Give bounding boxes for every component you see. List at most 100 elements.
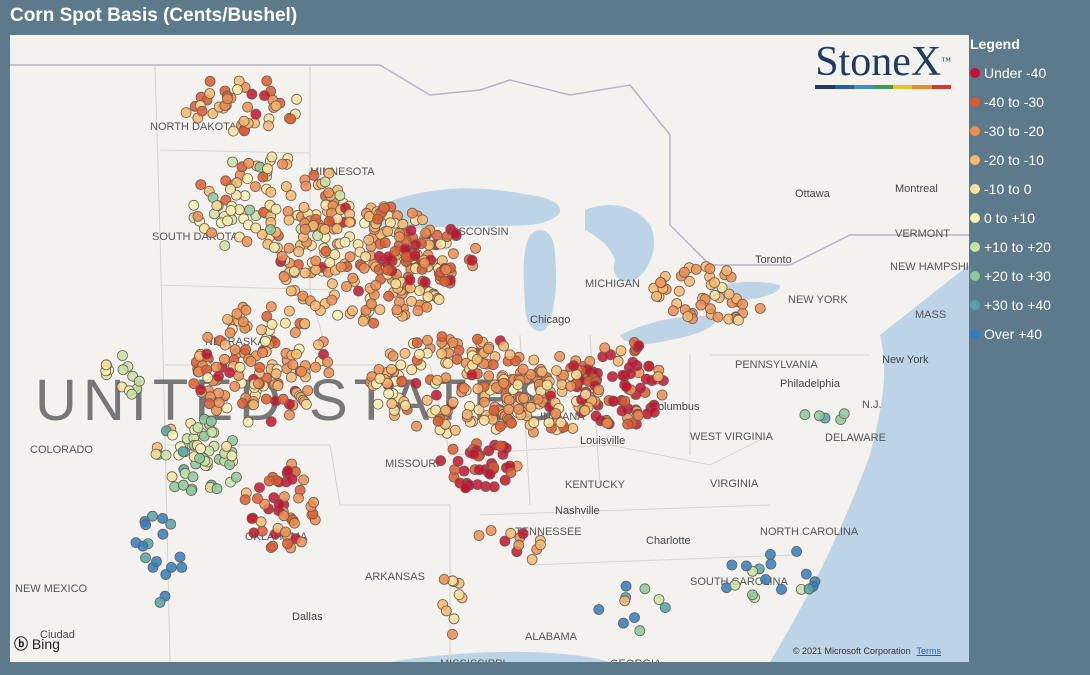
- basis-point[interactable]: [458, 382, 470, 394]
- basis-point[interactable]: [160, 449, 172, 461]
- basis-point[interactable]: [278, 271, 290, 283]
- basis-point[interactable]: [254, 482, 265, 494]
- basis-point[interactable]: [339, 236, 351, 248]
- basis-point[interactable]: [422, 334, 433, 346]
- basis-point[interactable]: [240, 304, 252, 316]
- basis-point[interactable]: [252, 493, 263, 504]
- basis-point[interactable]: [165, 562, 177, 573]
- basis-point[interactable]: [458, 465, 470, 477]
- basis-point[interactable]: [252, 378, 264, 389]
- basis-point[interactable]: [518, 392, 529, 404]
- basis-point[interactable]: [360, 251, 372, 263]
- basis-point[interactable]: [238, 115, 250, 127]
- basis-point[interactable]: [673, 285, 685, 297]
- basis-point[interactable]: [250, 222, 262, 234]
- basis-point[interactable]: [737, 298, 748, 310]
- basis-point[interactable]: [237, 316, 249, 328]
- basis-point[interactable]: [332, 309, 344, 321]
- basis-point[interactable]: [298, 474, 310, 486]
- basis-map[interactable]: NORTH DAKOTASOUTH DAKOTAMINNESOTAWISCONS…: [10, 35, 969, 662]
- basis-point[interactable]: [421, 301, 433, 313]
- basis-point[interactable]: [653, 594, 665, 605]
- basis-point[interactable]: [165, 518, 177, 530]
- basis-point[interactable]: [446, 628, 458, 640]
- basis-point[interactable]: [447, 443, 459, 455]
- basis-point[interactable]: [227, 125, 239, 137]
- basis-point[interactable]: [536, 366, 548, 378]
- basis-point[interactable]: [466, 254, 478, 266]
- basis-point[interactable]: [618, 617, 629, 629]
- basis-point[interactable]: [222, 215, 233, 227]
- legend-item[interactable]: +10 to +20: [970, 232, 1088, 261]
- basis-point[interactable]: [323, 187, 335, 199]
- basis-point[interactable]: [270, 203, 282, 215]
- basis-point[interactable]: [410, 377, 422, 389]
- legend-item[interactable]: -40 to -30: [970, 87, 1088, 116]
- basis-point[interactable]: [838, 408, 850, 420]
- basis-point[interactable]: [246, 513, 258, 524]
- basis-point[interactable]: [682, 311, 694, 322]
- basis-point[interactable]: [656, 389, 668, 401]
- basis-point[interactable]: [289, 327, 301, 338]
- map-canvas[interactable]: NORTH DAKOTA SOUTH DAKOTA MINNESOTA WISCONS…: [10, 35, 969, 662]
- basis-point[interactable]: [225, 205, 237, 216]
- basis-point[interactable]: [117, 350, 128, 361]
- basis-point[interactable]: [684, 275, 695, 287]
- basis-point[interactable]: [525, 401, 537, 413]
- basis-point[interactable]: [296, 366, 307, 378]
- basis-point[interactable]: [117, 364, 129, 376]
- basis-point[interactable]: [473, 530, 485, 541]
- basis-point[interactable]: [627, 356, 639, 368]
- basis-point[interactable]: [633, 340, 645, 352]
- basis-point[interactable]: [177, 479, 189, 491]
- basis-point[interactable]: [309, 300, 321, 312]
- basis-point[interactable]: [413, 348, 425, 360]
- basis-point[interactable]: [204, 88, 216, 99]
- basis-point[interactable]: [265, 301, 277, 313]
- basis-point[interactable]: [615, 345, 627, 357]
- basis-point[interactable]: [227, 156, 238, 168]
- basis-point[interactable]: [213, 397, 225, 409]
- basis-point[interactable]: [268, 241, 280, 253]
- basis-point[interactable]: [285, 371, 297, 383]
- basis-point[interactable]: [436, 348, 448, 360]
- basis-point[interactable]: [379, 237, 391, 249]
- basis-point[interactable]: [791, 546, 802, 557]
- basis-point[interactable]: [503, 404, 515, 415]
- basis-point[interactable]: [344, 216, 356, 228]
- basis-point[interactable]: [263, 120, 274, 132]
- basis-point[interactable]: [234, 361, 246, 373]
- basis-point[interactable]: [259, 90, 270, 101]
- basis-point[interactable]: [593, 384, 605, 396]
- basis-point[interactable]: [579, 405, 591, 417]
- basis-point[interactable]: [449, 424, 461, 436]
- basis-point[interactable]: [712, 311, 724, 323]
- basis-point[interactable]: [391, 304, 403, 316]
- basis-point[interactable]: [373, 363, 385, 375]
- basis-point[interactable]: [248, 527, 260, 539]
- basis-point[interactable]: [287, 359, 299, 371]
- basis-point[interactable]: [187, 471, 199, 483]
- basis-point[interactable]: [765, 558, 777, 570]
- basis-point[interactable]: [555, 417, 567, 429]
- legend-item[interactable]: +30 to +40: [970, 290, 1088, 319]
- basis-point[interactable]: [196, 105, 208, 117]
- basis-point[interactable]: [202, 372, 214, 384]
- basis-point[interactable]: [324, 257, 336, 269]
- basis-point[interactable]: [283, 305, 295, 317]
- basis-point[interactable]: [285, 190, 297, 201]
- basis-point[interactable]: [256, 324, 267, 336]
- basis-point[interactable]: [299, 318, 311, 330]
- basis-point[interactable]: [257, 347, 268, 359]
- basis-point[interactable]: [406, 295, 417, 307]
- basis-point[interactable]: [154, 597, 166, 608]
- basis-point[interactable]: [395, 359, 407, 371]
- basis-point[interactable]: [266, 151, 278, 163]
- basis-point[interactable]: [250, 108, 262, 120]
- basis-point[interactable]: [556, 379, 568, 390]
- basis-point[interactable]: [483, 370, 495, 382]
- basis-point[interactable]: [440, 404, 452, 416]
- basis-point[interactable]: [265, 416, 277, 427]
- basis-point[interactable]: [299, 267, 311, 279]
- basis-point[interactable]: [466, 369, 478, 381]
